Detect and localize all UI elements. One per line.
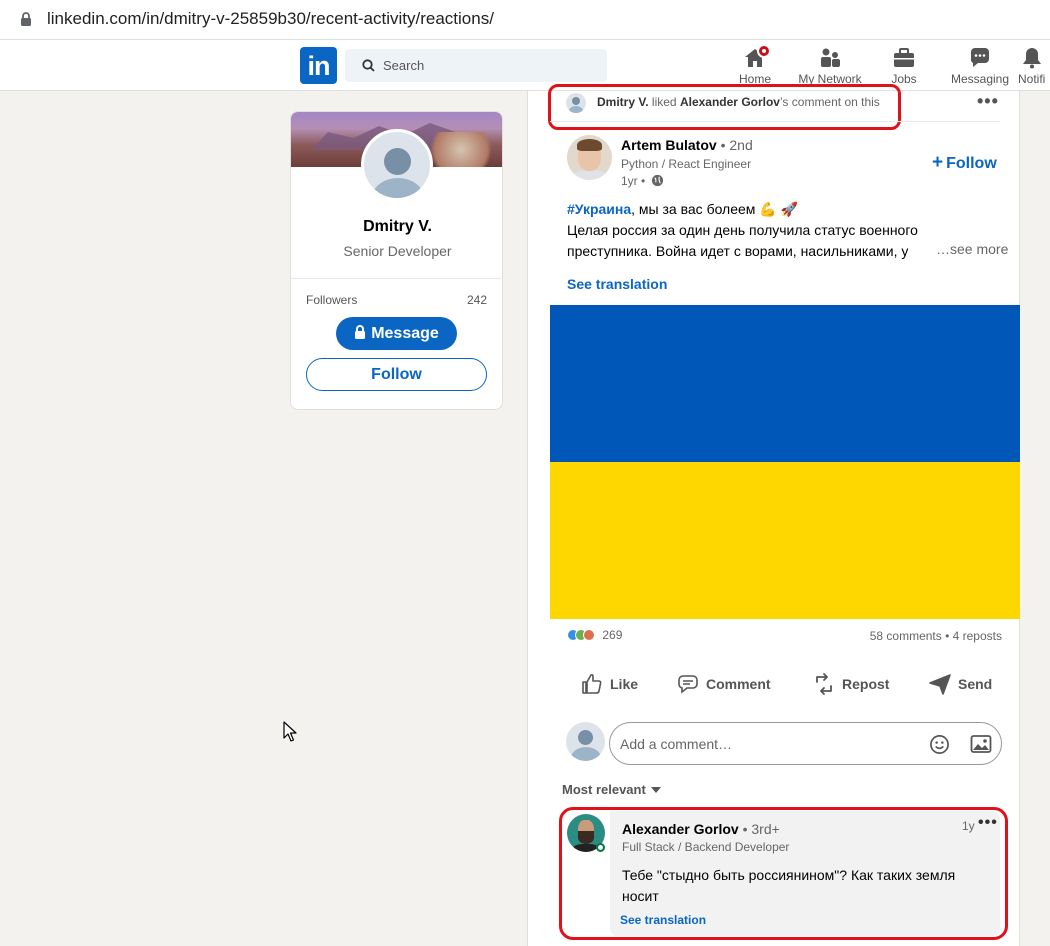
author-name[interactable]: Artem Bulatov (621, 137, 717, 153)
plus-icon: + (932, 152, 944, 173)
target-name[interactable]: Alexander Gorlov (680, 95, 780, 109)
followers-label: Followers (306, 293, 358, 307)
send-icon (929, 674, 951, 695)
send-button[interactable]: Send (928, 664, 992, 704)
author-title: Python / React Engineer (621, 157, 752, 171)
nav-label: Notifi (1018, 72, 1046, 86)
current-user-avatar[interactable] (566, 722, 605, 761)
actor-avatar[interactable] (566, 93, 586, 113)
activity-suffix: ’s comment on this (779, 95, 880, 109)
divider (550, 121, 1000, 122)
actor-name[interactable]: Dmitry V. (597, 95, 649, 109)
nav-jobs[interactable]: Jobs (884, 44, 924, 91)
search-input[interactable] (383, 49, 598, 82)
online-status-indicator (596, 843, 605, 852)
nav-messaging[interactable]: Messaging (946, 44, 1014, 91)
send-label: Send (958, 676, 993, 692)
activity-verb: liked (648, 95, 680, 109)
sort-label: Most relevant (562, 782, 646, 797)
lock-icon (355, 324, 366, 339)
commenter-name-row[interactable]: Alexander Gorlov • 3rd+ (622, 821, 780, 837)
reaction-count: 269 (602, 628, 623, 642)
follow-profile-button[interactable]: Follow (306, 358, 487, 391)
love-reaction-icon (583, 629, 595, 641)
lock-icon (21, 12, 31, 26)
post-time: 1yr • (621, 174, 664, 188)
see-translation-link[interactable]: See translation (567, 276, 667, 292)
profile-title: Senior Developer (343, 243, 452, 259)
follow-author-label: Follow (946, 155, 997, 172)
like-icon (582, 673, 602, 694)
emoji-icon[interactable] (929, 734, 950, 755)
activity-feed: Dmitry V. liked Alexander Gorlov’s comme… (527, 84, 1020, 946)
post-line-2: Целая россия за один день получила стату… (567, 222, 918, 238)
nav-label: Home (738, 72, 771, 86)
comment-label: Comment (706, 676, 771, 692)
profile-avatar[interactable] (361, 129, 433, 201)
flag-yellow-stripe (550, 462, 1020, 619)
like-label: Like (610, 676, 639, 692)
nav-notifications[interactable]: Notifi (1018, 44, 1050, 91)
url-text[interactable]: linkedin.com/in/dmitry-v-25859b30/recent… (47, 9, 494, 29)
repost-button[interactable]: Repost (812, 664, 889, 704)
post-time-text: 1yr • (621, 174, 646, 188)
commenter-name[interactable]: Alexander Gorlov (622, 821, 739, 837)
image-icon[interactable] (970, 734, 992, 754)
messaging-icon (968, 46, 992, 70)
author-avatar[interactable] (567, 135, 612, 180)
like-button[interactable]: Like (580, 664, 638, 704)
post-line-1: , мы за вас болеем 💪 🚀 (631, 201, 799, 217)
briefcase-icon (892, 46, 916, 70)
repost-icon (816, 673, 832, 695)
notification-badge (757, 44, 771, 58)
linkedin-logo[interactable]: in (300, 47, 337, 84)
author-name-row[interactable]: Artem Bulatov • 2nd (621, 137, 753, 153)
profile-card: Dmitry V. Senior Developer Followers 242… (290, 111, 503, 410)
comment-box[interactable] (609, 722, 1002, 765)
nav-label: Jobs (891, 72, 917, 86)
nav-label: Messaging (950, 72, 1010, 86)
caret-down-icon (651, 787, 662, 793)
follow-author-button[interactable]: + Follow (932, 152, 997, 174)
reaction-summary[interactable]: 269 (567, 628, 622, 642)
followers-count: 242 (466, 293, 487, 307)
commenter-title: Full Stack / Backend Developer (622, 840, 790, 854)
home-icon (743, 44, 771, 70)
see-more-link[interactable]: …see more (932, 241, 1009, 257)
comment-button[interactable]: Comment (676, 664, 771, 704)
comment-see-translation-link[interactable]: See translation (620, 913, 706, 927)
more-options-icon[interactable]: ••• (977, 91, 999, 112)
network-icon (818, 46, 842, 70)
browser-url-bar[interactable]: linkedin.com/in/dmitry-v-25859b30/recent… (0, 0, 1050, 40)
connection-degree: • 2nd (720, 137, 753, 153)
hashtag-link[interactable]: #Украина (567, 201, 631, 217)
comment-time: 1y (962, 819, 975, 833)
profile-name[interactable]: Dmitry V. (291, 218, 502, 236)
comment-text: Тебе "стыдно быть россиянином"? Как таки… (622, 867, 956, 904)
post-image-ukraine-flag[interactable] (550, 305, 1020, 619)
commenter-degree: • 3rd+ (742, 821, 780, 837)
bell-icon (1020, 46, 1044, 70)
comment-more-options-icon[interactable]: ••• (978, 814, 998, 832)
globe-icon (651, 174, 663, 187)
comment-icon (678, 675, 698, 694)
message-button[interactable]: Message (336, 317, 457, 350)
flag-blue-stripe (550, 305, 1020, 462)
nav-my-network[interactable]: My Network (793, 44, 867, 91)
comments-reposts-count[interactable]: 58 comments • 4 reposts (870, 629, 1002, 643)
post-actions: Like Comment Repost Send (558, 664, 998, 704)
comment-item: Alexander Gorlov • 3rd+ Full Stack / Bac… (564, 811, 1004, 936)
top-nav: in Home My Network Jobs Messaging (0, 40, 1050, 91)
sort-comments-dropdown[interactable]: Most relevant (562, 782, 662, 797)
mouse-cursor-icon (283, 721, 297, 742)
search-icon (362, 59, 375, 72)
search-bar[interactable] (345, 49, 607, 82)
comment-input[interactable] (620, 723, 920, 764)
activity-text: Dmitry V. liked Alexander Gorlov’s comme… (597, 95, 880, 109)
nav-home[interactable]: Home (731, 44, 779, 91)
nav-label: My Network (798, 72, 862, 86)
message-label: Message (371, 324, 439, 342)
divider (291, 278, 502, 279)
repost-label: Repost (842, 676, 890, 692)
